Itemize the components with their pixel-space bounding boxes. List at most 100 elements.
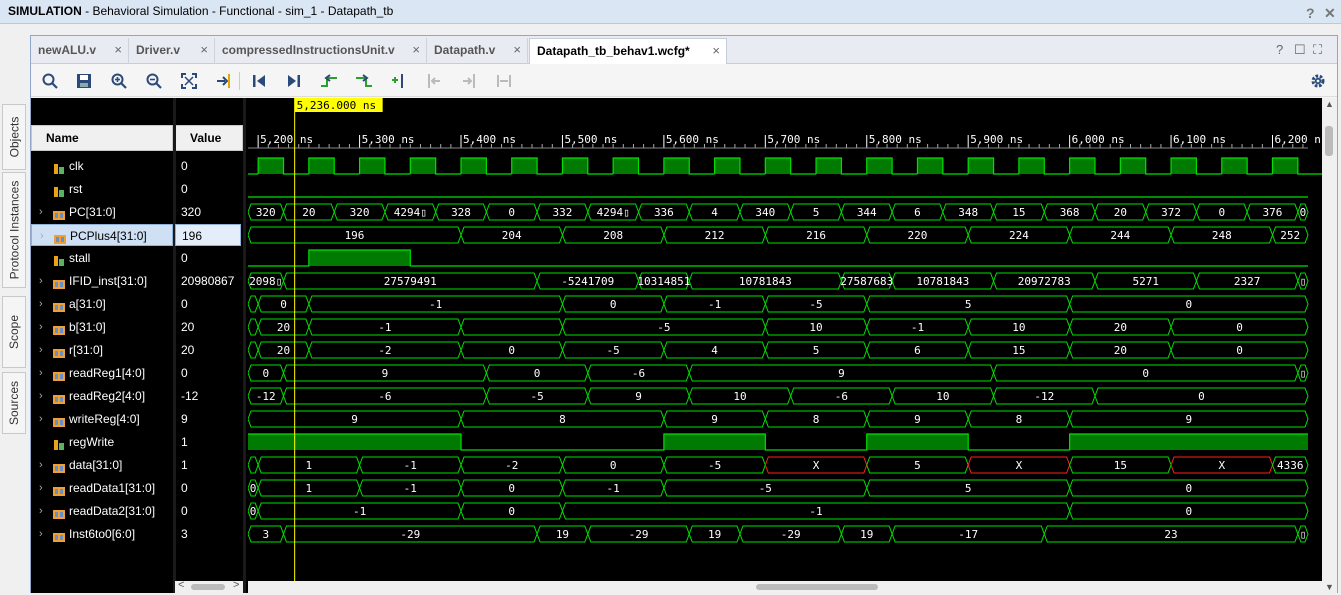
name-column-header[interactable]: Name — [31, 125, 173, 151]
signal-row[interactable]: › PC[31:0] — [31, 201, 173, 223]
bus-value-label: ▯ — [1300, 275, 1307, 288]
clock-high-fill — [968, 158, 994, 174]
expand-icon[interactable]: › — [39, 500, 43, 522]
tab-label: Datapath.v — [434, 43, 496, 57]
go-to-last-time-icon[interactable] — [283, 70, 305, 92]
expand-icon[interactable]: › — [39, 339, 43, 361]
signal-row[interactable]: › writeReg[4:0] — [31, 408, 173, 430]
expand-icon[interactable]: › — [40, 225, 44, 247]
bus-value-label: 0 — [508, 206, 515, 219]
zoom-fit-icon[interactable] — [178, 70, 200, 92]
tab-label: Driver.v — [136, 43, 181, 57]
signal-row[interactable]: regWrite — [31, 431, 173, 453]
go-to-cursor-icon[interactable] — [213, 70, 235, 92]
signal-row[interactable]: › IFID_inst[31:0] — [31, 270, 173, 292]
signal-row[interactable]: › a[31:0] — [31, 293, 173, 315]
expand-icon[interactable]: › — [39, 477, 43, 499]
bus-value-label: 20 — [1114, 344, 1127, 357]
signal-row[interactable]: › data[31:0] — [31, 454, 173, 476]
expand-icon[interactable]: › — [39, 362, 43, 384]
tab-newalu[interactable]: newALU.v × — [31, 38, 129, 64]
help-icon[interactable]: ? — [1276, 42, 1283, 57]
waveform-plot[interactable]: 5,200 ns 5,300 ns 5,400 ns 5,500 ns 5,600 ns… — [248, 98, 1322, 593]
gear-icon[interactable] — [1307, 70, 1329, 92]
bus-value-label: 204 — [502, 229, 522, 242]
next-marker-icon[interactable] — [458, 70, 480, 92]
expand-icon[interactable]: › — [39, 523, 43, 545]
search-icon[interactable] — [39, 70, 61, 92]
bus-icon — [53, 367, 65, 381]
previous-transition-icon[interactable] — [318, 70, 340, 92]
bus-value-label: 15 — [1114, 459, 1127, 472]
signal-row[interactable]: › readData2[31:0] — [31, 500, 173, 522]
signal-value: 9 — [181, 412, 188, 426]
close-icon[interactable]: × — [712, 39, 720, 63]
signal-row[interactable]: clk — [31, 155, 173, 177]
previous-marker-icon[interactable] — [423, 70, 445, 92]
waveform-vscrollbar[interactable]: ▲ ▼ — [1322, 98, 1337, 593]
maximize-icon[interactable]: ⛶ — [1313, 42, 1322, 58]
clock-high-fill — [1069, 158, 1095, 174]
tab-driver[interactable]: Driver.v × — [129, 38, 215, 64]
signal-name: readData2[31:0] — [69, 504, 156, 518]
signal-row[interactable]: › r[31:0] — [31, 339, 173, 361]
value-column-header[interactable]: Value — [175, 125, 243, 151]
next-transition-icon[interactable] — [353, 70, 375, 92]
signal-value: 0 — [181, 504, 188, 518]
signal-row[interactable]: › Inst6to0[6:0] — [31, 523, 173, 545]
bus-value-label: -5 — [607, 344, 620, 357]
tab-datapath[interactable]: Datapath.v × — [427, 38, 528, 64]
clock-high-fill — [1221, 158, 1248, 174]
bus-value-label: 10 — [809, 321, 822, 334]
value-scrollbar[interactable]: < > — [175, 579, 243, 593]
signal-row[interactable]: stall — [31, 247, 173, 269]
waveform-r: 20 -2 0 -5 4 5 6 15 20 0 — [248, 341, 1309, 359]
expand-icon[interactable]: › — [39, 454, 43, 476]
tab-datapath-tb-wcfg[interactable]: Datapath_tb_behav1.wcfg* × — [529, 38, 727, 64]
signal-row[interactable]: › readData1[31:0] — [31, 477, 173, 499]
close-icon[interactable]: × — [412, 38, 420, 62]
sidebar-tab-scope[interactable]: Scope — [2, 296, 26, 368]
expand-icon[interactable]: › — [39, 408, 43, 430]
bus-value-label: 9 — [635, 390, 642, 403]
waveform-window: Name Value clk rst › PC[31:0] › PCPlus4[31:0]… — [31, 98, 1337, 593]
expand-icon[interactable]: › — [39, 270, 43, 292]
bit-high-fill — [663, 434, 766, 450]
tab-compressed-instructions-unit[interactable]: compressedInstructionsUnit.v × — [215, 38, 427, 64]
close-icon[interactable]: × — [200, 38, 208, 62]
signal-value: 1 — [181, 435, 188, 449]
go-to-time-0-icon[interactable] — [248, 70, 270, 92]
waveform-hscrollbar[interactable] — [248, 581, 1322, 593]
sidebar-tab-label: Scope — [7, 314, 21, 350]
close-icon[interactable]: × — [114, 38, 122, 62]
close-icon[interactable]: ✕ — [1324, 2, 1336, 24]
bus-value-label: 0 — [508, 482, 515, 495]
signal-name: readData1[31:0] — [69, 481, 156, 495]
signal-row[interactable]: › readReg2[4:0] — [31, 385, 173, 407]
expand-icon[interactable]: › — [39, 201, 43, 223]
swap-cursors-icon[interactable] — [493, 70, 515, 92]
help-icon[interactable]: ? — [1306, 2, 1315, 24]
close-icon[interactable]: × — [513, 38, 521, 62]
add-marker-icon[interactable] — [388, 70, 410, 92]
signal-row[interactable]: rst — [31, 178, 173, 200]
sidebar-tab-protocol-instances[interactable]: Protocol Instances — [2, 172, 26, 288]
signal-row[interactable]: › PCPlus4[31:0] — [31, 224, 173, 246]
sidebar-tab-sources[interactable]: Sources — [2, 372, 26, 434]
bus-value-label: -5 — [809, 298, 822, 311]
zoom-out-icon[interactable] — [143, 70, 165, 92]
bus-value-label: 0 — [610, 298, 617, 311]
sidebar-tab-objects[interactable]: Objects — [2, 104, 26, 170]
signal-row[interactable]: › b[31:0] — [31, 316, 173, 338]
save-icon[interactable] — [73, 70, 95, 92]
bus-value-label: 10781843 — [916, 275, 969, 288]
expand-icon[interactable]: › — [39, 293, 43, 315]
sidebar-tab-label: Protocol Instances — [7, 180, 21, 280]
zoom-in-icon[interactable] — [108, 70, 130, 92]
expand-icon[interactable]: › — [39, 316, 43, 338]
signal-row[interactable]: › readReg1[4:0] — [31, 362, 173, 384]
bus-value-label: 340 — [755, 206, 775, 219]
bus-value-label: -1 — [404, 459, 417, 472]
restore-icon[interactable]: ☐ — [1294, 42, 1306, 58]
expand-icon[interactable]: › — [39, 385, 43, 407]
